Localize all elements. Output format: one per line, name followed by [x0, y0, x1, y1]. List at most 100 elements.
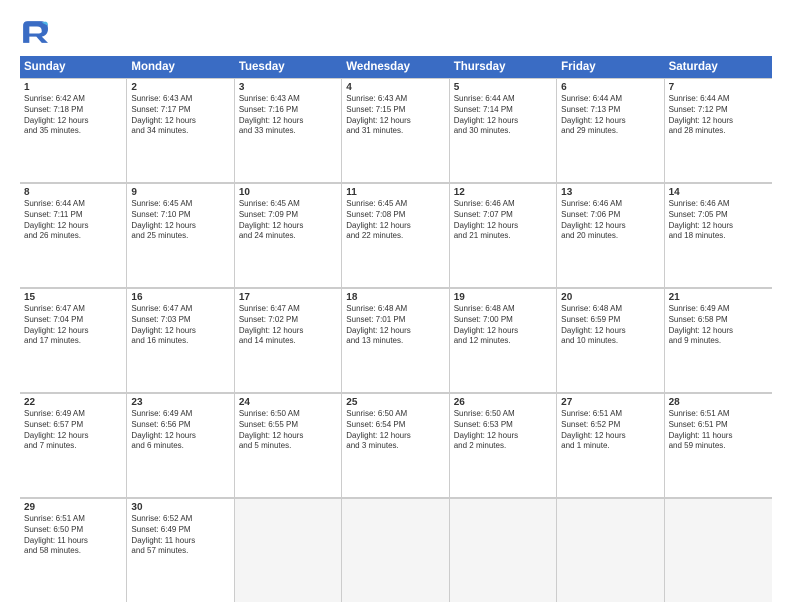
day-number: 5 — [454, 82, 552, 93]
logo-icon — [20, 18, 48, 46]
day-info: Sunrise: 6:50 AMSunset: 6:53 PMDaylight:… — [454, 409, 552, 452]
day-cell-5: 5Sunrise: 6:44 AMSunset: 7:14 PMDaylight… — [450, 78, 557, 182]
day-number: 7 — [669, 82, 768, 93]
day-info: Sunrise: 6:49 AMSunset: 6:57 PMDaylight:… — [24, 409, 122, 452]
day-info: Sunrise: 6:49 AMSunset: 6:56 PMDaylight:… — [131, 409, 229, 452]
day-number: 11 — [346, 187, 444, 198]
day-number: 14 — [669, 187, 768, 198]
day-number: 15 — [24, 292, 122, 303]
calendar-row-1: 8Sunrise: 6:44 AMSunset: 7:11 PMDaylight… — [20, 183, 772, 288]
header-day-tuesday: Tuesday — [235, 56, 342, 78]
day-info: Sunrise: 6:44 AMSunset: 7:14 PMDaylight:… — [454, 94, 552, 137]
day-number: 10 — [239, 187, 337, 198]
day-cell-24: 24Sunrise: 6:50 AMSunset: 6:55 PMDayligh… — [235, 393, 342, 497]
day-info: Sunrise: 6:47 AMSunset: 7:03 PMDaylight:… — [131, 304, 229, 347]
day-info: Sunrise: 6:50 AMSunset: 6:55 PMDaylight:… — [239, 409, 337, 452]
day-info: Sunrise: 6:51 AMSunset: 6:51 PMDaylight:… — [669, 409, 768, 452]
calendar-body: 1Sunrise: 6:42 AMSunset: 7:18 PMDaylight… — [20, 78, 772, 602]
calendar-row-3: 22Sunrise: 6:49 AMSunset: 6:57 PMDayligh… — [20, 393, 772, 498]
day-cell-23: 23Sunrise: 6:49 AMSunset: 6:56 PMDayligh… — [127, 393, 234, 497]
day-info: Sunrise: 6:49 AMSunset: 6:58 PMDaylight:… — [669, 304, 768, 347]
day-number: 2 — [131, 82, 229, 93]
day-info: Sunrise: 6:47 AMSunset: 7:02 PMDaylight:… — [239, 304, 337, 347]
header-day-monday: Monday — [127, 56, 234, 78]
logo — [20, 18, 52, 46]
day-cell-29: 29Sunrise: 6:51 AMSunset: 6:50 PMDayligh… — [20, 498, 127, 602]
day-info: Sunrise: 6:46 AMSunset: 7:06 PMDaylight:… — [561, 199, 659, 242]
day-number: 21 — [669, 292, 768, 303]
day-cell-17: 17Sunrise: 6:47 AMSunset: 7:02 PMDayligh… — [235, 288, 342, 392]
day-info: Sunrise: 6:43 AMSunset: 7:15 PMDaylight:… — [346, 94, 444, 137]
header-day-wednesday: Wednesday — [342, 56, 449, 78]
calendar: SundayMondayTuesdayWednesdayThursdayFrid… — [20, 56, 772, 602]
header-day-saturday: Saturday — [665, 56, 772, 78]
day-info: Sunrise: 6:44 AMSunset: 7:12 PMDaylight:… — [669, 94, 768, 137]
day-number: 9 — [131, 187, 229, 198]
day-info: Sunrise: 6:51 AMSunset: 6:50 PMDaylight:… — [24, 514, 122, 557]
calendar-row-0: 1Sunrise: 6:42 AMSunset: 7:18 PMDaylight… — [20, 78, 772, 183]
day-cell-18: 18Sunrise: 6:48 AMSunset: 7:01 PMDayligh… — [342, 288, 449, 392]
day-cell-10: 10Sunrise: 6:45 AMSunset: 7:09 PMDayligh… — [235, 183, 342, 287]
day-info: Sunrise: 6:43 AMSunset: 7:17 PMDaylight:… — [131, 94, 229, 137]
day-cell-19: 19Sunrise: 6:48 AMSunset: 7:00 PMDayligh… — [450, 288, 557, 392]
empty-cell — [450, 498, 557, 602]
day-info: Sunrise: 6:51 AMSunset: 6:52 PMDaylight:… — [561, 409, 659, 452]
day-cell-1: 1Sunrise: 6:42 AMSunset: 7:18 PMDaylight… — [20, 78, 127, 182]
day-number: 27 — [561, 397, 659, 408]
empty-cell — [235, 498, 342, 602]
day-info: Sunrise: 6:48 AMSunset: 7:00 PMDaylight:… — [454, 304, 552, 347]
day-cell-15: 15Sunrise: 6:47 AMSunset: 7:04 PMDayligh… — [20, 288, 127, 392]
day-cell-3: 3Sunrise: 6:43 AMSunset: 7:16 PMDaylight… — [235, 78, 342, 182]
day-cell-21: 21Sunrise: 6:49 AMSunset: 6:58 PMDayligh… — [665, 288, 772, 392]
day-info: Sunrise: 6:48 AMSunset: 6:59 PMDaylight:… — [561, 304, 659, 347]
calendar-row-4: 29Sunrise: 6:51 AMSunset: 6:50 PMDayligh… — [20, 498, 772, 602]
day-info: Sunrise: 6:44 AMSunset: 7:13 PMDaylight:… — [561, 94, 659, 137]
day-number: 16 — [131, 292, 229, 303]
day-number: 22 — [24, 397, 122, 408]
day-info: Sunrise: 6:52 AMSunset: 6:49 PMDaylight:… — [131, 514, 229, 557]
calendar-row-2: 15Sunrise: 6:47 AMSunset: 7:04 PMDayligh… — [20, 288, 772, 393]
day-cell-22: 22Sunrise: 6:49 AMSunset: 6:57 PMDayligh… — [20, 393, 127, 497]
calendar-header: SundayMondayTuesdayWednesdayThursdayFrid… — [20, 56, 772, 78]
day-number: 19 — [454, 292, 552, 303]
empty-cell — [557, 498, 664, 602]
day-number: 20 — [561, 292, 659, 303]
day-cell-27: 27Sunrise: 6:51 AMSunset: 6:52 PMDayligh… — [557, 393, 664, 497]
day-info: Sunrise: 6:42 AMSunset: 7:18 PMDaylight:… — [24, 94, 122, 137]
day-number: 29 — [24, 502, 122, 513]
day-info: Sunrise: 6:50 AMSunset: 6:54 PMDaylight:… — [346, 409, 444, 452]
day-cell-9: 9Sunrise: 6:45 AMSunset: 7:10 PMDaylight… — [127, 183, 234, 287]
day-cell-2: 2Sunrise: 6:43 AMSunset: 7:17 PMDaylight… — [127, 78, 234, 182]
empty-cell — [665, 498, 772, 602]
day-number: 18 — [346, 292, 444, 303]
day-info: Sunrise: 6:46 AMSunset: 7:07 PMDaylight:… — [454, 199, 552, 242]
day-info: Sunrise: 6:46 AMSunset: 7:05 PMDaylight:… — [669, 199, 768, 242]
day-info: Sunrise: 6:47 AMSunset: 7:04 PMDaylight:… — [24, 304, 122, 347]
day-number: 24 — [239, 397, 337, 408]
day-cell-28: 28Sunrise: 6:51 AMSunset: 6:51 PMDayligh… — [665, 393, 772, 497]
day-number: 17 — [239, 292, 337, 303]
day-number: 30 — [131, 502, 229, 513]
day-info: Sunrise: 6:43 AMSunset: 7:16 PMDaylight:… — [239, 94, 337, 137]
day-number: 12 — [454, 187, 552, 198]
day-cell-13: 13Sunrise: 6:46 AMSunset: 7:06 PMDayligh… — [557, 183, 664, 287]
day-number: 25 — [346, 397, 444, 408]
day-info: Sunrise: 6:45 AMSunset: 7:08 PMDaylight:… — [346, 199, 444, 242]
day-cell-16: 16Sunrise: 6:47 AMSunset: 7:03 PMDayligh… — [127, 288, 234, 392]
empty-cell — [342, 498, 449, 602]
day-cell-12: 12Sunrise: 6:46 AMSunset: 7:07 PMDayligh… — [450, 183, 557, 287]
header — [20, 18, 772, 46]
day-cell-11: 11Sunrise: 6:45 AMSunset: 7:08 PMDayligh… — [342, 183, 449, 287]
day-cell-25: 25Sunrise: 6:50 AMSunset: 6:54 PMDayligh… — [342, 393, 449, 497]
day-cell-7: 7Sunrise: 6:44 AMSunset: 7:12 PMDaylight… — [665, 78, 772, 182]
day-cell-26: 26Sunrise: 6:50 AMSunset: 6:53 PMDayligh… — [450, 393, 557, 497]
day-cell-6: 6Sunrise: 6:44 AMSunset: 7:13 PMDaylight… — [557, 78, 664, 182]
day-number: 1 — [24, 82, 122, 93]
header-day-sunday: Sunday — [20, 56, 127, 78]
day-cell-20: 20Sunrise: 6:48 AMSunset: 6:59 PMDayligh… — [557, 288, 664, 392]
day-cell-8: 8Sunrise: 6:44 AMSunset: 7:11 PMDaylight… — [20, 183, 127, 287]
day-number: 4 — [346, 82, 444, 93]
day-cell-30: 30Sunrise: 6:52 AMSunset: 6:49 PMDayligh… — [127, 498, 234, 602]
day-cell-4: 4Sunrise: 6:43 AMSunset: 7:15 PMDaylight… — [342, 78, 449, 182]
header-day-thursday: Thursday — [450, 56, 557, 78]
